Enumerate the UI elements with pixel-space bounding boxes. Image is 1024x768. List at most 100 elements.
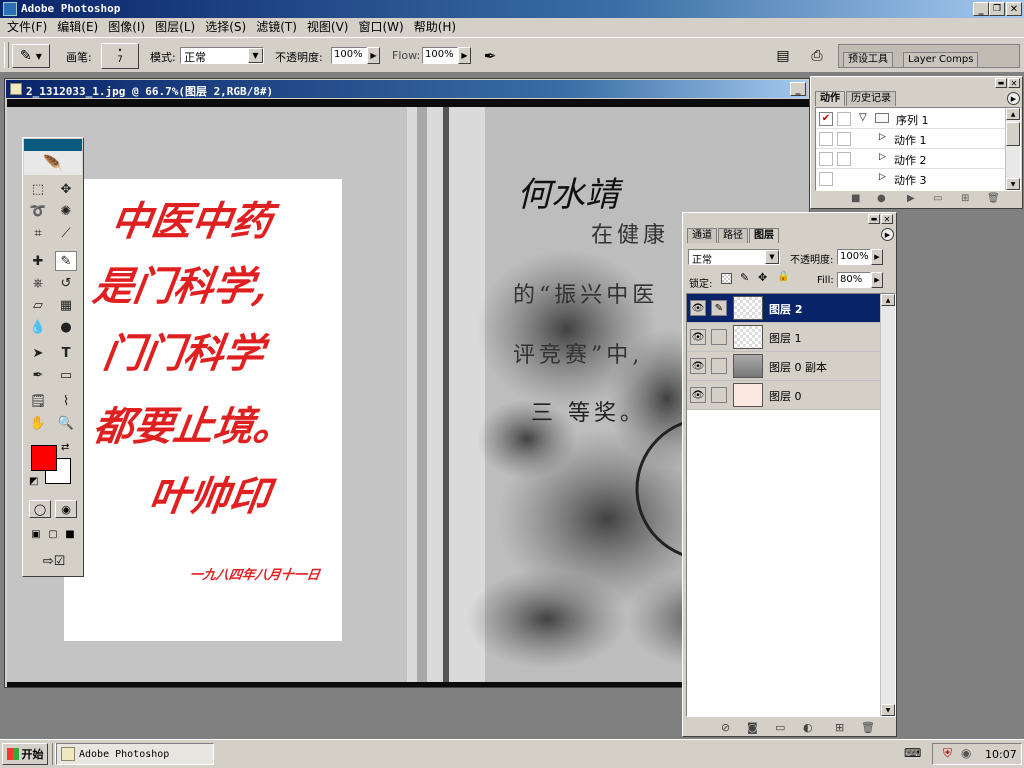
blend-mode-select[interactable]: 正常 ▼ [688,249,780,266]
flow-input[interactable]: 100% [422,47,458,64]
layer-row[interactable]: 👁 图层 1 [687,323,881,352]
screen-mode-full-menu-icon[interactable]: ▢ [45,526,61,542]
type-tool-icon[interactable]: T [55,343,77,363]
expand-triangle-icon[interactable]: ▷ [879,152,886,162]
scroll-up-icon[interactable]: ▲ [881,294,895,306]
eye-visibility-icon[interactable]: 👁 [690,358,706,374]
file-browser-icon[interactable]: ▤ [772,45,794,67]
zoom-tool-icon[interactable]: 🔍 [55,413,77,433]
stop-icon[interactable]: ■ [851,193,860,204]
menu-item-1[interactable]: 编辑(E) [52,18,103,36]
layer-opacity-input[interactable]: 100% [837,249,871,265]
screen-mode-standard-icon[interactable]: ▣ [28,526,44,542]
eyedropper-tool-icon[interactable]: ⌇ [55,391,77,411]
record-icon[interactable]: ● [877,193,886,204]
eye-visibility-icon[interactable]: 👁 [690,300,706,316]
menu-item-5[interactable]: 滤镜(T) [251,18,302,36]
app-maximize-button[interactable]: ❐ [989,2,1005,16]
healing-brush-tool-icon[interactable]: ✚ [27,251,49,271]
actions-panel-minimize-button[interactable]: ▬ [995,78,1007,88]
flow-slider-button[interactable]: ▶ [458,47,471,64]
layer-link-icon[interactable] [711,329,727,345]
toggle-dialog-icon[interactable] [837,112,851,126]
layer-row[interactable]: 👁 ✎ 图层 2 [687,294,881,323]
taskbar-task-photoshop[interactable]: Adobe Photoshop [56,743,214,765]
toggle-item-icon[interactable] [819,152,833,166]
menu-item-2[interactable]: 图像(I) [103,18,150,36]
toggle-item-check-icon[interactable]: ✔ [819,112,833,126]
layer-row[interactable]: 👁 图层 0 副本 [687,352,881,381]
document-title-bar[interactable]: 2_1312033_1.jpg @ 66.7%(图层 2,RGB/8#) _ [6,80,808,98]
expand-triangle-icon[interactable]: ▷ [879,132,886,142]
scroll-up-icon[interactable]: ▲ [1006,108,1020,120]
actions-panel-header[interactable] [812,78,1021,87]
app-minimize-button[interactable]: _ [973,2,989,16]
marquee-tool-icon[interactable]: ⬚ [27,179,49,199]
document-minimize-button[interactable]: _ [790,82,806,96]
calligraphy-paper[interactable]: 中医中药 是门科学, 门门科学 都要止境。 叶帅印 一九八四年八月十一日 [64,179,342,641]
menu-item-8[interactable]: 帮助(H) [409,18,461,36]
foreground-color-swatch[interactable] [31,445,57,471]
tool-preset-picker[interactable]: ✎ ▼ [12,44,50,68]
fill-input[interactable]: 80% [837,272,871,288]
crop-tool-icon[interactable]: ⌗ [27,223,49,243]
tab-layers[interactable]: 图层 [749,228,779,243]
expand-triangle-icon[interactable]: ▷ [879,172,886,182]
tab-history[interactable]: 历史记录 [846,91,896,106]
toolbox-title-bar[interactable] [24,139,82,151]
speaker-icon[interactable]: ◉ [961,746,971,760]
scroll-thumb[interactable] [1006,122,1020,146]
screen-mode-full-icon[interactable]: ■ [62,526,78,542]
tab-actions[interactable]: 动作 [815,91,845,106]
toggle-dialog-icon[interactable] [837,152,851,166]
blend-mode-dropdown-button[interactable]: ▼ [765,250,779,264]
tab-paths[interactable]: 路径 [718,228,748,243]
new-set-icon[interactable]: ▭ [933,193,942,204]
toggle-item-icon[interactable] [819,132,833,146]
start-button[interactable]: 开始 [2,743,48,765]
layers-scrollbar[interactable]: ▲ ▼ [880,294,895,716]
actions-row[interactable]: ▷ 动作 2 [816,149,1020,169]
layer-link-icon[interactable] [711,358,727,374]
opacity-input[interactable]: 100% [331,47,367,64]
menu-item-6[interactable]: 视图(V) [302,18,354,36]
opacity-slider-button[interactable]: ▶ [367,47,380,64]
layer-link-icon[interactable] [711,387,727,403]
actions-panel-menu-icon[interactable]: ▶ [1007,92,1020,105]
add-mask-icon[interactable]: ◙ [747,721,758,734]
new-layer-icon[interactable]: ⊞ [835,721,844,734]
actions-row-set[interactable]: ✔ ▽ 序列 1 [816,109,1020,129]
notes-tool-icon[interactable]: 🗒 [27,391,49,411]
lock-image-icon[interactable]: ✎ [740,271,749,284]
toggle-dialog-icon[interactable] [837,132,851,146]
new-group-icon[interactable]: ▭ [775,721,785,734]
path-selection-tool-icon[interactable]: ➤ [27,343,49,363]
layer-row[interactable]: 👁 图层 0 [687,381,881,410]
blur-tool-icon[interactable]: 💧 [27,317,49,337]
delete-layer-icon[interactable]: 🗑 [861,721,875,734]
actions-panel-close-button[interactable]: ✕ [1008,78,1020,88]
new-action-icon[interactable]: ⊞ [961,193,969,204]
jump-to-imageready-icon[interactable]: ⇨☑ [31,551,77,571]
slice-tool-icon[interactable]: ⟋ [55,223,77,243]
clone-stamp-tool-icon[interactable]: ⎈ [27,273,49,293]
quick-mask-mode-icon[interactable]: ◉ [55,500,77,518]
actions-row[interactable]: ▷ 动作 3 [816,169,1020,188]
airbrush-icon[interactable]: ✒ [478,45,502,67]
well-tab-layer-comps[interactable]: Layer Comps [903,52,979,67]
expand-triangle-icon[interactable]: ▽ [859,112,867,123]
toggle-item-icon[interactable] [819,172,833,186]
app-close-button[interactable]: ✕ [1006,2,1022,16]
mode-dropdown-button[interactable]: ▼ [248,48,263,63]
actions-scrollbar[interactable]: ▲ ▼ [1005,108,1020,190]
security-shield-icon[interactable]: ⛨ [943,746,952,761]
brush-tool-icon[interactable]: ✎ [55,251,77,271]
lock-transparency-icon[interactable] [721,273,732,284]
default-colors-icon[interactable]: ◩ [29,476,38,487]
menu-item-3[interactable]: 图层(L) [150,18,200,36]
hand-tool-icon[interactable]: ✋ [27,413,49,433]
dodge-tool-icon[interactable]: ● [55,317,77,337]
layer-style-icon[interactable]: ⊘ [721,721,730,734]
shape-tool-icon[interactable]: ▭ [55,365,77,385]
tab-channels[interactable]: 通道 [687,228,717,243]
